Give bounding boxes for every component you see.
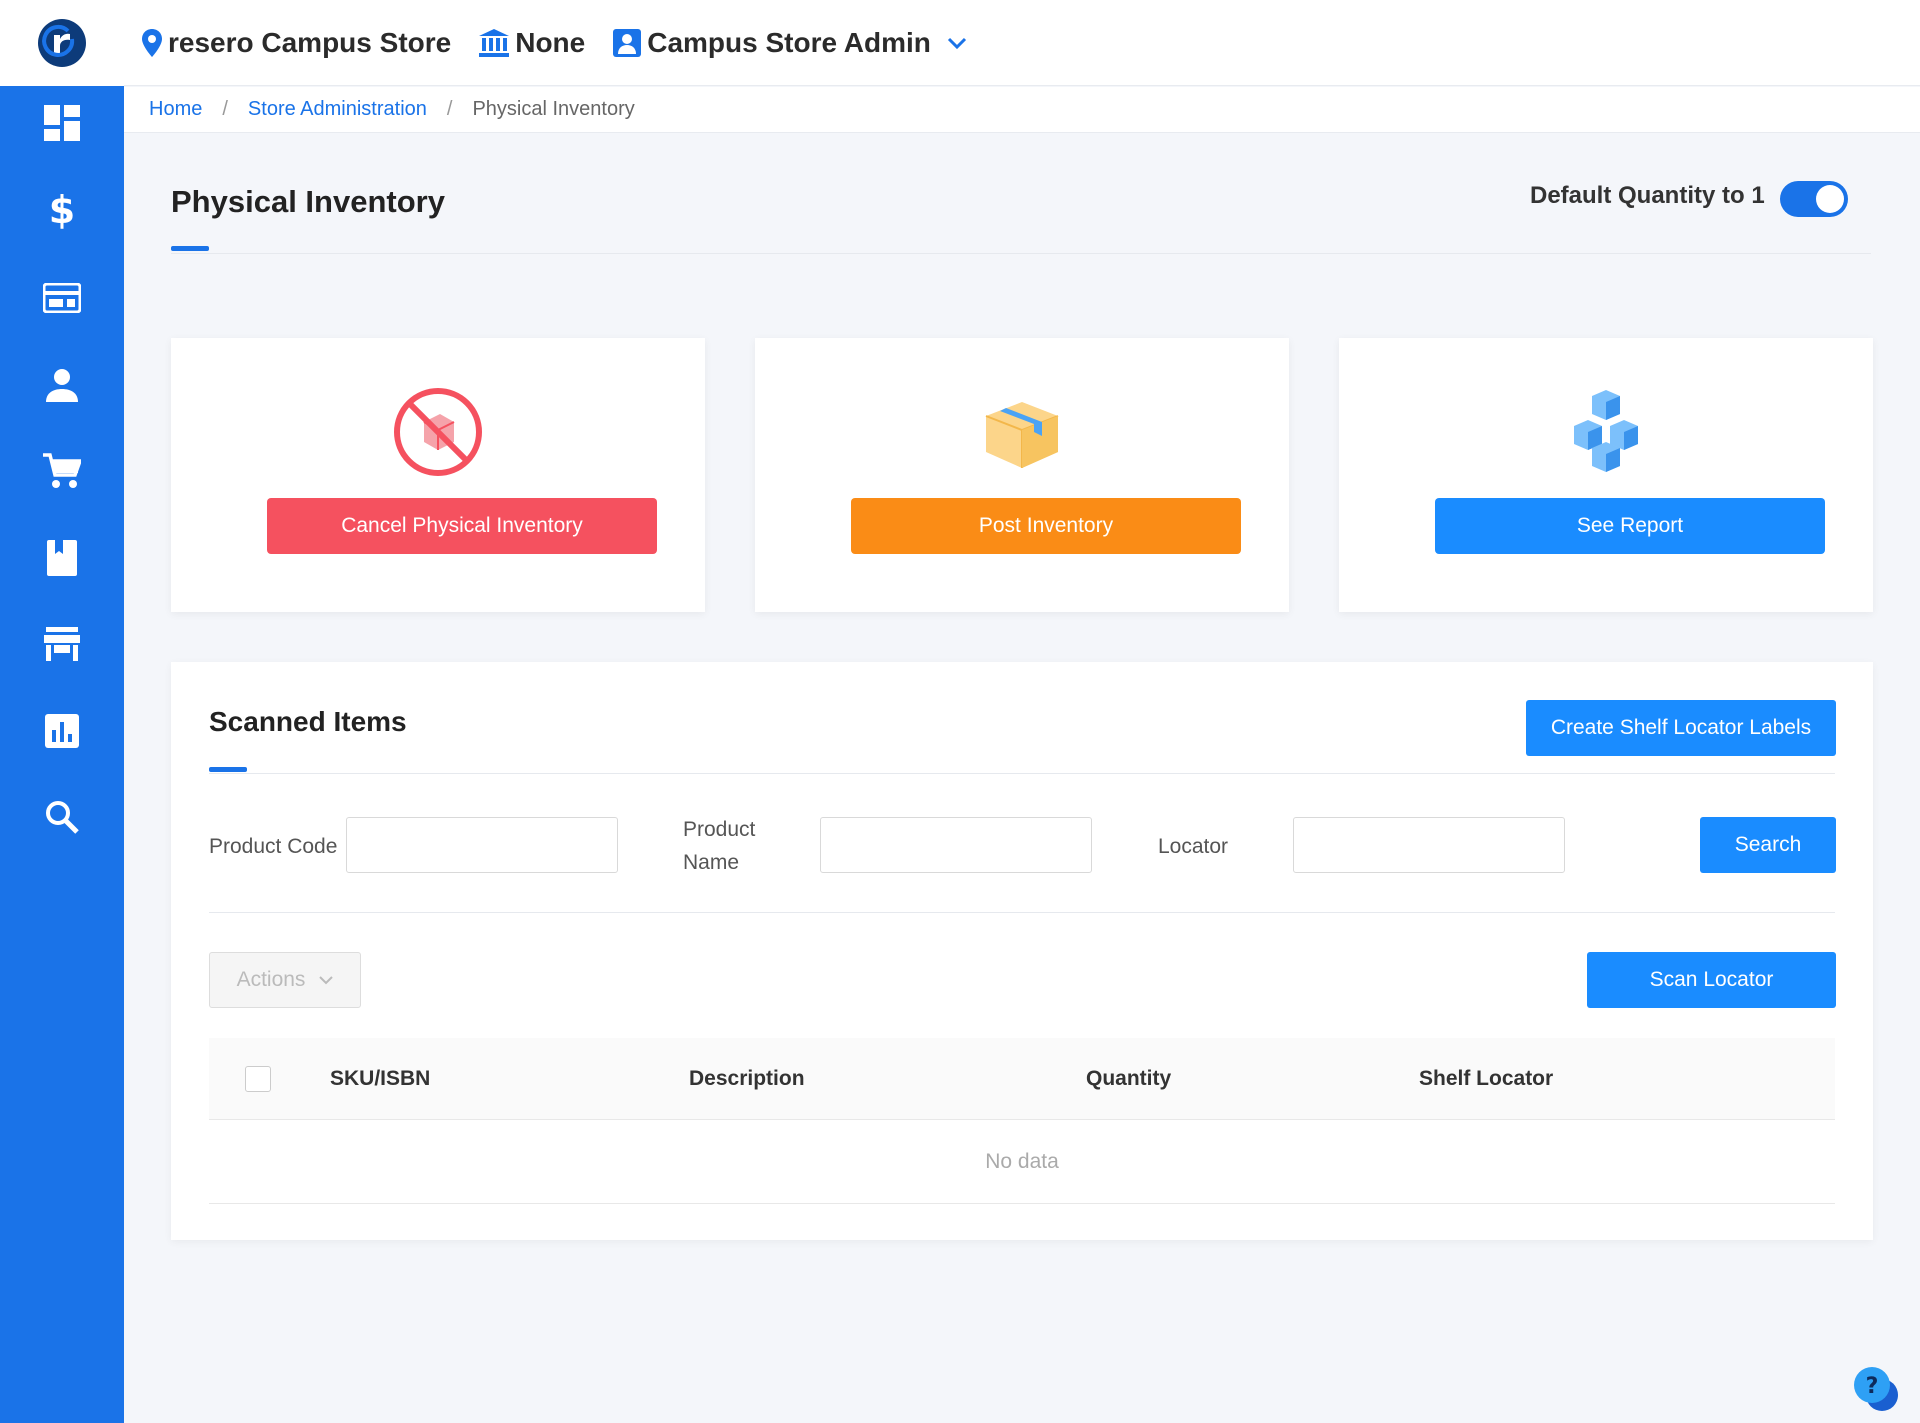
sidebar-item-reports[interactable] xyxy=(42,711,82,751)
product-name-input[interactable] xyxy=(820,817,1092,873)
product-name-label-line2: Name xyxy=(683,851,740,874)
breadcrumb-home[interactable]: Home xyxy=(149,98,202,121)
chevron-down-icon xyxy=(947,37,966,49)
title-underline xyxy=(171,246,209,251)
sidebar-item-register[interactable] xyxy=(42,278,82,318)
post-inventory-button[interactable]: Post Inventory xyxy=(851,498,1241,554)
institution-icon xyxy=(479,28,510,57)
table-header: SKU/ISBN Description Quantity Shelf Loca… xyxy=(209,1038,1835,1120)
locator-input[interactable] xyxy=(1293,817,1565,873)
svg-text:?: ? xyxy=(1866,1374,1879,1399)
see-report-button[interactable]: See Report xyxy=(1435,498,1825,554)
book-icon xyxy=(47,540,77,576)
boxes-icon xyxy=(1558,384,1654,480)
cancel-inventory-card: Cancel Physical Inventory xyxy=(171,338,705,612)
store-icon xyxy=(44,627,80,661)
sidebar-item-orders[interactable] xyxy=(42,451,82,491)
product-code-label: Product Code xyxy=(209,835,338,858)
see-report-card: See Report xyxy=(1339,338,1873,612)
app-logo[interactable] xyxy=(0,0,124,86)
chevron-down-icon xyxy=(319,976,334,985)
scan-locator-button[interactable]: Scan Locator xyxy=(1587,952,1836,1008)
product-name-label: Product Name xyxy=(683,813,755,879)
title-divider xyxy=(171,253,1871,254)
dollar-icon: $ xyxy=(48,188,76,232)
sidebar-item-dashboard[interactable] xyxy=(42,103,82,143)
location-pin-icon xyxy=(142,28,162,57)
cancel-box-icon xyxy=(390,384,486,480)
sidebar-nav: $ xyxy=(0,86,124,1423)
column-header-quantity[interactable]: Quantity xyxy=(1086,1038,1171,1120)
column-header-shelf-locator[interactable]: Shelf Locator xyxy=(1419,1038,1553,1120)
sidebar-item-search[interactable] xyxy=(42,797,82,837)
breadcrumb-store-administration[interactable]: Store Administration xyxy=(248,98,427,121)
help-chat-button[interactable]: ? xyxy=(1852,1365,1902,1415)
resero-logo-icon xyxy=(38,19,86,67)
page-title: Physical Inventory xyxy=(171,184,445,219)
default-quantity-toggle[interactable] xyxy=(1780,181,1848,217)
store-name: resero Campus Store xyxy=(168,26,452,58)
post-inventory-card: Post Inventory xyxy=(755,338,1289,612)
default-quantity-label: Default Quantity to 1 xyxy=(1530,182,1765,209)
register-icon xyxy=(43,283,81,313)
column-header-description[interactable]: Description xyxy=(689,1038,805,1120)
institution-name: None xyxy=(515,26,586,58)
top-header: resero Campus Store None Campus Store Ad… xyxy=(124,0,1920,86)
search-button[interactable]: Search xyxy=(1700,817,1836,873)
user-role: Campus Store Admin xyxy=(647,26,931,58)
store-selector[interactable]: resero Campus Store xyxy=(142,27,451,59)
user-badge-icon xyxy=(613,28,642,57)
sidebar-item-catalog[interactable] xyxy=(42,538,82,578)
cancel-physical-inventory-button[interactable]: Cancel Physical Inventory xyxy=(267,498,657,554)
scanned-items-underline xyxy=(209,767,247,772)
breadcrumb-separator: / xyxy=(446,98,453,120)
person-icon xyxy=(46,369,78,402)
search-icon xyxy=(46,801,79,834)
scanned-items-divider xyxy=(209,773,1835,774)
package-icon xyxy=(974,384,1070,480)
breadcrumb: Home / Store Administration / Physical I… xyxy=(124,87,1920,133)
filter-divider xyxy=(209,912,1835,913)
select-all-checkbox[interactable] xyxy=(245,1066,271,1092)
breadcrumb-current: Physical Inventory xyxy=(472,98,635,120)
empty-table-message: No data xyxy=(209,1120,1835,1204)
product-name-label-line1: Product xyxy=(683,818,756,841)
column-header-sku[interactable]: SKU/ISBN xyxy=(330,1038,430,1120)
product-code-input[interactable] xyxy=(346,817,618,873)
breadcrumb-separator: / xyxy=(222,98,228,120)
create-shelf-locator-labels-button[interactable]: Create Shelf Locator Labels xyxy=(1526,700,1836,756)
chart-icon xyxy=(45,714,79,748)
actions-dropdown[interactable]: Actions xyxy=(209,952,361,1008)
scanned-items-panel: Scanned Items Create Shelf Locator Label… xyxy=(171,662,1873,1240)
dashboard-icon xyxy=(44,105,80,141)
sidebar-item-customers[interactable] xyxy=(42,365,82,405)
sidebar-item-store[interactable] xyxy=(42,624,82,664)
help-chat-icon: ? xyxy=(1854,1367,1898,1411)
toggle-knob xyxy=(1816,185,1844,213)
actions-label: Actions xyxy=(236,968,306,991)
cart-icon xyxy=(43,453,81,488)
scanned-items-title: Scanned Items xyxy=(209,706,407,737)
user-menu[interactable]: Campus Store Admin xyxy=(613,27,973,59)
sidebar-item-finance[interactable]: $ xyxy=(42,188,82,232)
locator-label: Locator xyxy=(1158,835,1229,858)
institution-selector[interactable]: None xyxy=(479,27,585,59)
